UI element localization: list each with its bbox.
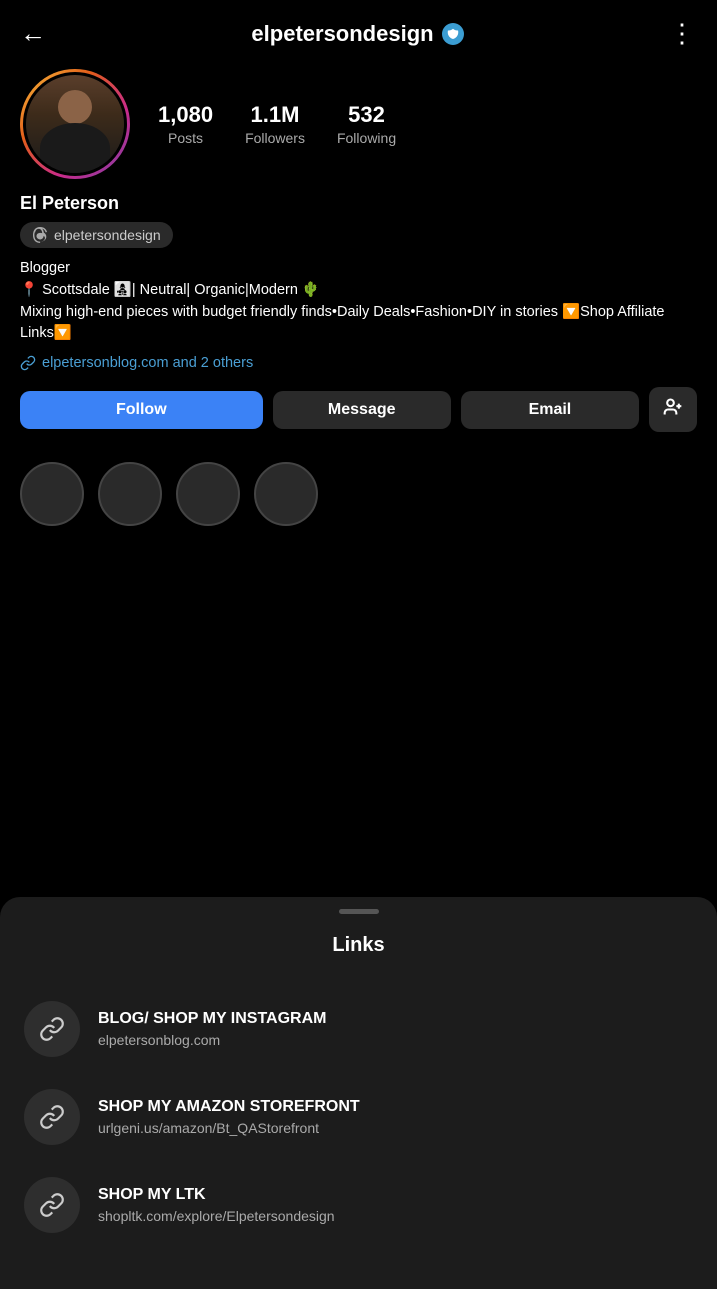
link-text-2: SHOP MY LTK shopltk.com/explore/Elpeters…	[98, 1186, 335, 1224]
highlight-circle-4[interactable]	[254, 462, 318, 526]
chain-link-icon-2	[39, 1192, 65, 1218]
posts-label: Posts	[168, 130, 203, 146]
profile-name: El Peterson	[20, 193, 697, 214]
followers-label: Followers	[245, 130, 305, 146]
avatar-image	[26, 75, 124, 173]
link-icon-circle-0	[24, 1001, 80, 1057]
verified-badge	[442, 23, 464, 45]
link-title-0: BLOG/ SHOP MY INSTAGRAM	[98, 1010, 326, 1028]
more-options-button[interactable]: ⋮	[669, 18, 697, 49]
link-text-1: SHOP MY AMAZON STOREFRONT urlgeni.us/ama…	[98, 1098, 360, 1136]
chain-link-icon-0	[39, 1016, 65, 1042]
avatar-inner	[23, 72, 127, 176]
nav-username-area: elpetersondesign	[251, 21, 463, 47]
following-count: 532	[348, 102, 385, 128]
bio-line3: Mixing high-end pieces with budget frien…	[20, 302, 697, 346]
chain-link-icon-1	[39, 1104, 65, 1130]
stat-followers[interactable]: 1.1M Followers	[245, 102, 305, 146]
threads-icon	[32, 227, 48, 243]
add-person-icon	[663, 397, 683, 417]
link-url-0: elpetersonblog.com	[98, 1032, 326, 1048]
threads-handle-badge[interactable]: elpetersondesign	[20, 222, 173, 248]
header-username: elpetersondesign	[251, 21, 433, 47]
bio-link[interactable]: elpetersonblog.com and 2 others	[20, 355, 697, 371]
posts-count: 1,080	[158, 102, 213, 128]
top-nav: ← elpetersondesign ⋮	[0, 0, 717, 59]
stat-following[interactable]: 532 Following	[337, 102, 396, 146]
highlight-circle-3[interactable]	[176, 462, 240, 526]
link-url-1: urlgeni.us/amazon/Bt_QAStorefront	[98, 1120, 360, 1136]
link-title-2: SHOP MY LTK	[98, 1186, 335, 1204]
followers-count: 1.1M	[251, 102, 300, 128]
link-item-0[interactable]: BLOG/ SHOP MY INSTAGRAM elpetersonblog.c…	[0, 985, 717, 1073]
profile-top-row: 1,080 Posts 1.1M Followers 532 Following	[20, 69, 697, 179]
checkmark-icon	[446, 27, 460, 41]
threads-handle-text: elpetersondesign	[54, 227, 161, 243]
follow-button[interactable]: Follow	[20, 391, 263, 429]
link-icon	[20, 355, 36, 371]
bio-line1: Blogger	[20, 258, 697, 280]
link-text-0: BLOG/ SHOP MY INSTAGRAM elpetersonblog.c…	[98, 1010, 326, 1048]
link-item-2[interactable]: SHOP MY LTK shopltk.com/explore/Elpeters…	[0, 1161, 717, 1249]
stats-row: 1,080 Posts 1.1M Followers 532 Following	[158, 102, 396, 146]
link-icon-circle-1	[24, 1089, 80, 1145]
link-url-2: shopltk.com/explore/Elpetersondesign	[98, 1208, 335, 1224]
highlights-row	[0, 446, 717, 526]
profile-section: 1,080 Posts 1.1M Followers 532 Following…	[0, 59, 717, 446]
bottom-sheet: Links BLOG/ SHOP MY INSTAGRAM elpeterson…	[0, 897, 717, 1289]
action-buttons: Follow Message Email	[20, 387, 697, 432]
message-button[interactable]: Message	[273, 391, 451, 429]
email-button[interactable]: Email	[461, 391, 639, 429]
add-person-button[interactable]	[649, 387, 697, 432]
following-label: Following	[337, 130, 396, 146]
link-icon-circle-2	[24, 1177, 80, 1233]
sheet-title: Links	[0, 934, 717, 957]
highlight-circle-2[interactable]	[98, 462, 162, 526]
back-button[interactable]: ←	[20, 18, 46, 49]
drag-handle[interactable]	[339, 909, 379, 914]
bio-line2: 📍 Scottsdale 👩‍👧‍👦| Neutral| Organic|Mod…	[20, 280, 697, 302]
link-item-1[interactable]: SHOP MY AMAZON STOREFRONT urlgeni.us/ama…	[0, 1073, 717, 1161]
avatar-ring[interactable]	[20, 69, 130, 179]
highlight-circle-1[interactable]	[20, 462, 84, 526]
stat-posts[interactable]: 1,080 Posts	[158, 102, 213, 146]
bio-link-text: elpetersonblog.com and 2 others	[42, 355, 253, 371]
bio-text: Blogger 📍 Scottsdale 👩‍👧‍👦| Neutral| Org…	[20, 258, 697, 345]
link-title-1: SHOP MY AMAZON STOREFRONT	[98, 1098, 360, 1116]
